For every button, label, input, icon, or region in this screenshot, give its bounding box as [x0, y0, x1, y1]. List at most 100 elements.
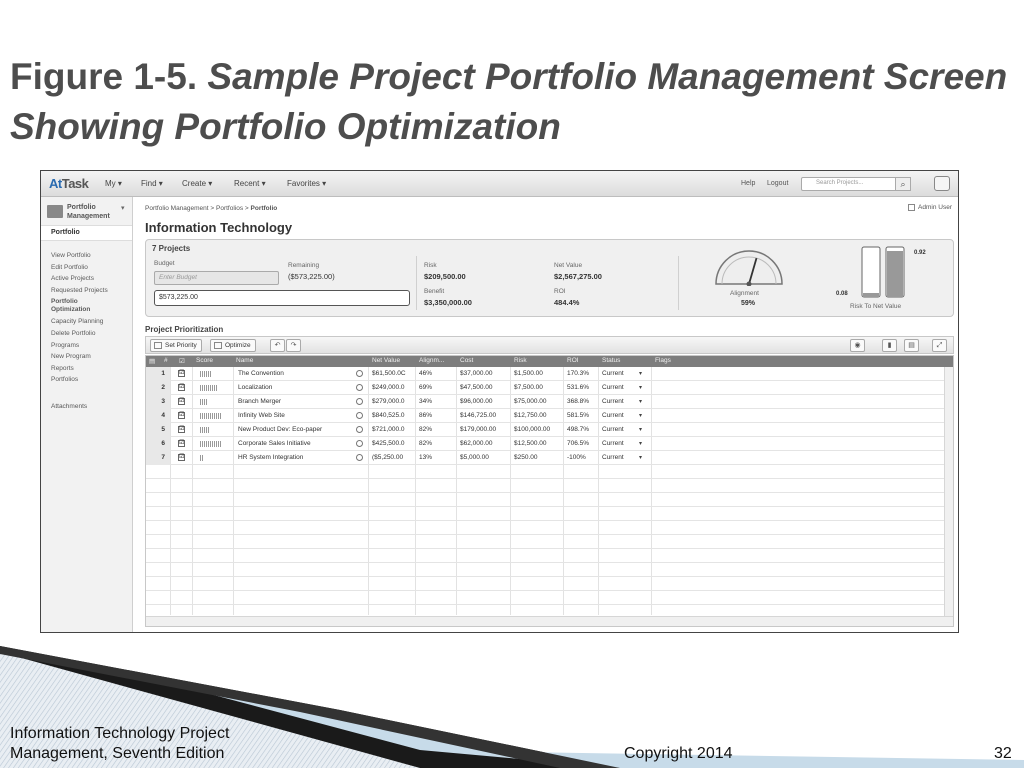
column-header-include[interactable]: ☑ — [179, 357, 185, 365]
view-icon[interactable]: ◉ — [850, 339, 865, 352]
cell-net-value: $425,500.0 — [372, 440, 405, 447]
slide-title-prefix: Figure 1-5. — [10, 56, 198, 97]
horizontal-scrollbar[interactable] — [146, 616, 953, 626]
help-link[interactable]: Help — [741, 180, 755, 187]
optimize-button[interactable]: Optimize — [210, 339, 256, 352]
status-dropdown-icon[interactable]: ▾ — [639, 454, 642, 461]
breadcrumb-path[interactable]: Portfolio Management > Portfolios > — [145, 205, 251, 212]
menu-my[interactable]: My ▾ — [105, 179, 122, 188]
app-screenshot: AtTask My ▾ Find ▾ Create ▾ Recent ▾ Fav… — [40, 170, 959, 633]
app-logo[interactable]: AtTask — [49, 176, 89, 191]
export-icon[interactable]: ▮ — [882, 339, 897, 352]
column-header-flags[interactable]: Flags — [655, 357, 671, 364]
clock-icon[interactable] — [356, 454, 363, 461]
menu-find[interactable]: Find ▾ — [141, 179, 163, 188]
expand-icon[interactable]: ⤢ — [932, 339, 947, 352]
admin-user[interactable]: Admin User — [908, 204, 952, 211]
include-checkbox[interactable]: ☑ — [178, 384, 185, 391]
budget-input[interactable]: Enter Budget — [154, 271, 279, 285]
sidebar-item-portfolio[interactable]: Portfolio — [41, 225, 132, 241]
grid-header: ▤ # ☑ Score Name Net Value Alignm... Cos… — [146, 356, 953, 367]
status-dropdown-icon[interactable]: ▾ — [639, 440, 642, 447]
table-row[interactable]: 1 ☑ The Convention $61,500.0C 46% $37,000.00 $… — [146, 367, 946, 381]
sidebar-item-view-portfolio[interactable]: View Portfolio — [51, 250, 131, 262]
clock-icon[interactable] — [356, 412, 363, 419]
set-priority-button[interactable]: Set Priority — [150, 339, 202, 352]
cell-status[interactable]: Current — [602, 426, 634, 433]
column-header-score[interactable]: Score — [196, 357, 213, 364]
table-row[interactable]: 5 ☑ New Product Dev: Eco-paper $721,000.0 82… — [146, 423, 946, 437]
table-row[interactable]: 7 ☑ HR System Integration ($5,250.00 13% $5,0… — [146, 451, 946, 465]
redo-icon[interactable]: ↷ — [286, 339, 301, 352]
folder-icon — [47, 205, 63, 218]
chat-icon[interactable] — [934, 176, 950, 191]
cell-status[interactable]: Current — [602, 370, 634, 377]
include-checkbox[interactable]: ☑ — [178, 440, 185, 447]
sidebar-item-edit-portfolio[interactable]: Edit Portfolio — [51, 262, 131, 274]
sidebar-item-requested-projects[interactable]: Requested Projects — [51, 285, 131, 297]
table-row[interactable]: 3 ☑ Branch Merger $279,000.0 34% $96,000.00 $7… — [146, 395, 946, 409]
menu-recent[interactable]: Recent ▾ — [234, 179, 266, 188]
logout-link[interactable]: Logout — [767, 180, 788, 187]
clock-icon[interactable] — [356, 370, 363, 377]
column-header-name[interactable]: Name — [236, 357, 253, 364]
table-row[interactable]: 4 ☑ Infinity Web Site $840,525.0 86% $146,725… — [146, 409, 946, 423]
clock-icon[interactable] — [356, 426, 363, 433]
column-header-cost[interactable]: Cost — [460, 357, 473, 364]
cell-status[interactable]: Current — [602, 398, 634, 405]
table-row[interactable]: 2 ☑ Localization $249,000.0 69% $47,500.00 $7,… — [146, 381, 946, 395]
include-checkbox[interactable]: ☑ — [178, 426, 185, 433]
empty-row — [146, 591, 946, 605]
sidebar-item-new-program[interactable]: New Program — [51, 351, 131, 363]
status-dropdown-icon[interactable]: ▾ — [639, 426, 642, 433]
roi-value: 484.4% — [554, 298, 580, 307]
column-header-roi[interactable]: ROI — [567, 357, 579, 364]
clock-icon[interactable] — [356, 398, 363, 405]
undo-icon[interactable]: ↶ — [270, 339, 285, 352]
sidebar-item-portfolios[interactable]: Portfolios — [51, 374, 131, 386]
cell-net-value: $249,000.0 — [372, 384, 405, 391]
clock-icon[interactable] — [356, 384, 363, 391]
sidebar-item-portfolio-optimization[interactable]: Portfolio Optimization — [51, 296, 96, 316]
sidebar-item-reports[interactable]: Reports — [51, 363, 131, 375]
module-selector[interactable]: Portfolio Management ▾ — [47, 201, 129, 223]
column-menu-icon[interactable]: ▤ — [149, 357, 155, 365]
clock-icon[interactable] — [356, 440, 363, 447]
status-dropdown-icon[interactable]: ▾ — [639, 370, 642, 377]
cell-status[interactable]: Current — [602, 412, 634, 419]
search-input[interactable]: Search Projects... ⌕ — [801, 177, 911, 191]
cell-risk: $100,000.00 — [514, 426, 551, 433]
include-checkbox[interactable]: ☑ — [178, 398, 185, 405]
menu-create[interactable]: Create ▾ — [182, 179, 212, 188]
empty-row — [146, 563, 946, 577]
search-icon[interactable]: ⌕ — [895, 177, 911, 191]
budget-value-field[interactable]: $573,225.00 — [154, 290, 410, 306]
sidebar-item-capacity-planning[interactable]: Capacity Planning — [51, 316, 131, 328]
menu-favorites[interactable]: Favorites ▾ — [287, 179, 326, 188]
status-dropdown-icon[interactable]: ▾ — [639, 412, 642, 419]
column-header-status[interactable]: Status — [602, 357, 620, 364]
score-bar — [200, 455, 203, 461]
column-header-alignment[interactable]: Alignm... — [419, 357, 444, 364]
cell-roi: 170.3% — [567, 370, 590, 377]
cell-status[interactable]: Current — [602, 384, 634, 391]
status-dropdown-icon[interactable]: ▾ — [639, 398, 642, 405]
sidebar-item-active-projects[interactable]: Active Projects — [51, 273, 131, 285]
column-header-number[interactable]: # — [164, 357, 168, 364]
sidebar-item-programs[interactable]: Programs — [51, 340, 131, 352]
sidebar-item-delete-portfolio[interactable]: Delete Portfolio — [51, 328, 131, 340]
score-bar — [200, 413, 222, 419]
status-dropdown-icon[interactable]: ▾ — [639, 384, 642, 391]
sidebar-item-attachments[interactable]: Attachments — [51, 403, 87, 410]
cell-status[interactable]: Current — [602, 454, 634, 461]
column-header-risk[interactable]: Risk — [514, 357, 527, 364]
include-checkbox[interactable]: ☑ — [178, 454, 185, 461]
vertical-scrollbar[interactable] — [944, 367, 953, 617]
table-row[interactable]: 6 ☑ Corporate Sales Initiative $425,500.0 82… — [146, 437, 946, 451]
column-header-net-value[interactable]: Net Value — [372, 357, 400, 364]
include-checkbox[interactable]: ☑ — [178, 370, 185, 377]
row-number: 1 — [146, 367, 170, 381]
cell-status[interactable]: Current — [602, 440, 634, 447]
print-icon[interactable]: ▤ — [904, 339, 919, 352]
include-checkbox[interactable]: ☑ — [178, 412, 185, 419]
